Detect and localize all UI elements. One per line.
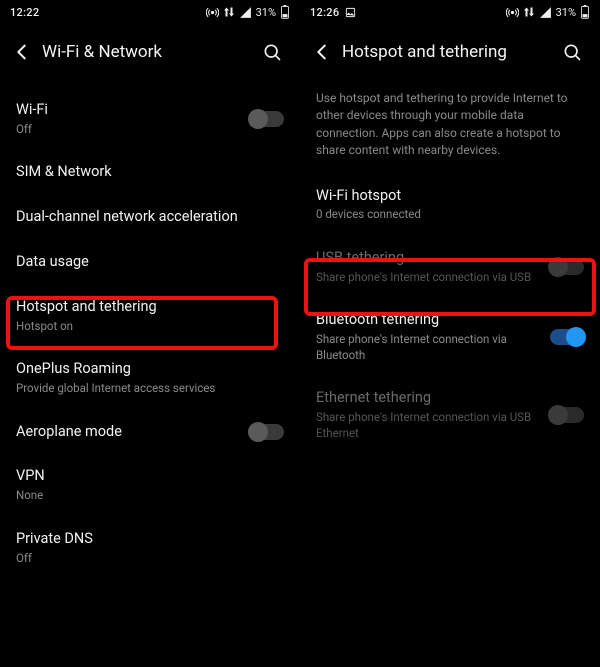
ethernet-tethering-toggle [550, 407, 584, 423]
status-icons: 31% [506, 5, 590, 19]
row-title: USB tethering [316, 249, 540, 268]
row-sim-network[interactable]: SIM & Network [0, 150, 300, 195]
chevron-left-icon [311, 41, 333, 63]
screen-hotspot-tethering: 12:26 31% Hotspot and tethering Use hots… [300, 0, 600, 667]
row-subtitle: Hotspot on [16, 319, 284, 335]
battery-icon [280, 5, 290, 19]
aeroplane-toggle[interactable] [250, 424, 284, 440]
hotspot-icon [206, 6, 219, 19]
search-button[interactable] [254, 34, 290, 70]
chevron-left-icon [11, 41, 33, 63]
row-subtitle: Off [16, 551, 284, 567]
row-subtitle: None [16, 488, 284, 504]
search-icon [562, 42, 582, 62]
row-hotspot-tethering[interactable]: Hotspot and tethering Hotspot on [0, 285, 300, 347]
row-vpn[interactable]: VPN None [0, 454, 300, 516]
row-title: Ethernet tethering [316, 389, 540, 408]
battery-icon [580, 5, 590, 19]
row-title: VPN [16, 467, 284, 486]
page-title: Hotspot and tethering [340, 42, 554, 62]
back-button[interactable] [304, 34, 340, 70]
row-wifi-hotspot[interactable]: Wi-Fi hotspot 0 devices connected [300, 174, 600, 236]
status-icons: 31% [206, 5, 290, 19]
row-title: Bluetooth tethering [316, 311, 540, 330]
row-title: Dual-channel network acceleration [16, 208, 284, 227]
row-subtitle: Off [16, 122, 240, 138]
search-button[interactable] [554, 34, 590, 70]
data-icon [523, 6, 535, 18]
battery-label: 31% [556, 6, 576, 19]
signal-icon [239, 6, 252, 19]
page-description: Use hotspot and tethering to provide Int… [300, 80, 600, 174]
data-icon [223, 6, 235, 18]
status-time: 12:22 [10, 6, 39, 19]
row-dual-channel[interactable]: Dual-channel network acceleration [0, 195, 300, 240]
row-private-dns[interactable]: Private DNS Off [0, 517, 300, 579]
status-bar: 12:26 31% [300, 0, 600, 24]
search-icon [262, 42, 282, 62]
usb-tethering-toggle [550, 259, 584, 275]
bluetooth-tethering-toggle[interactable] [550, 329, 584, 345]
row-title: Data usage [16, 253, 284, 272]
status-left-group: 12:26 [310, 6, 356, 19]
page-title: Wi-Fi & Network [40, 42, 254, 62]
row-subtitle: Share phone's Internet connection via Bl… [316, 332, 540, 363]
battery-label: 31% [256, 6, 276, 19]
row-aeroplane-mode[interactable]: Aeroplane mode [0, 410, 300, 455]
settings-list: Wi-Fi hotspot 0 devices connected USB te… [300, 174, 600, 462]
row-subtitle: 0 devices connected [316, 207, 584, 223]
row-title: SIM & Network [16, 163, 284, 182]
row-title: Wi-Fi [16, 101, 240, 120]
back-button[interactable] [4, 34, 40, 70]
image-icon [345, 7, 356, 18]
row-title: OnePlus Roaming [16, 360, 284, 379]
settings-list: Wi-Fi Off SIM & Network Dual-channel net… [0, 80, 300, 587]
app-bar: Wi-Fi & Network [0, 24, 300, 80]
row-subtitle: Share phone's Internet connection via US… [316, 270, 540, 286]
row-data-usage[interactable]: Data usage [0, 240, 300, 285]
signal-icon [539, 6, 552, 19]
wifi-toggle[interactable] [250, 111, 284, 127]
screen-wifi-network: 12:22 31% Wi-Fi & Network Wi-Fi [0, 0, 300, 667]
hotspot-icon [506, 6, 519, 19]
row-subtitle: Provide global Internet access services [16, 381, 284, 397]
row-ethernet-tethering: Ethernet tethering Share phone's Interne… [300, 376, 600, 454]
row-title: Private DNS [16, 530, 284, 549]
row-bluetooth-tethering[interactable]: Bluetooth tethering Share phone's Intern… [300, 298, 600, 376]
status-time: 12:26 [310, 6, 339, 19]
status-bar: 12:22 31% [0, 0, 300, 24]
row-title: Hotspot and tethering [16, 298, 284, 317]
row-title: Wi-Fi hotspot [316, 187, 584, 206]
row-usb-tethering: USB tethering Share phone's Internet con… [300, 236, 600, 298]
row-subtitle: Share phone's Internet connection via US… [316, 410, 540, 441]
row-oneplus-roaming[interactable]: OnePlus Roaming Provide global Internet … [0, 347, 300, 409]
app-bar: Hotspot and tethering [300, 24, 600, 80]
row-title: Aeroplane mode [16, 423, 240, 442]
row-wifi[interactable]: Wi-Fi Off [0, 88, 300, 150]
